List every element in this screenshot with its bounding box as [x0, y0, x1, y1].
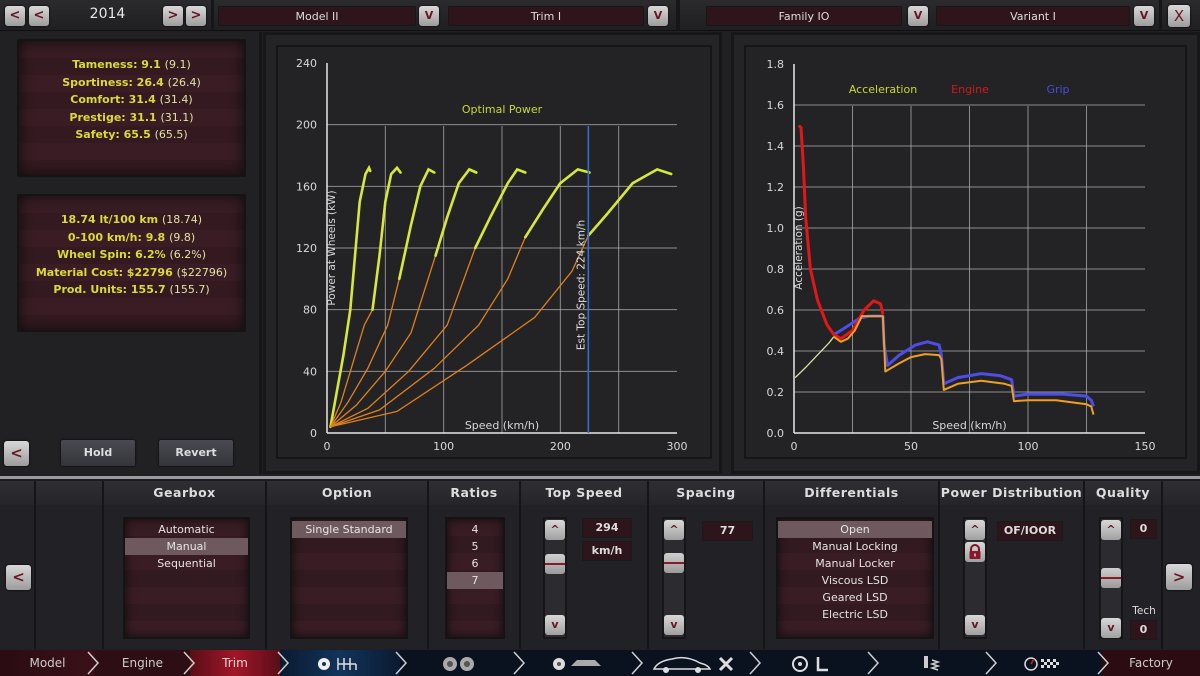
y-tick-label: 1.4 [767, 140, 785, 153]
quality-header: Quality [1085, 481, 1163, 505]
y-tick-label: 1.2 [767, 181, 785, 194]
y-tick-label: 1.0 [767, 222, 785, 235]
spacing-down-button[interactable]: v [664, 615, 684, 635]
power-distribution-down-button[interactable]: v [965, 615, 985, 635]
quality-up-button[interactable]: ^ [1101, 520, 1121, 540]
ratio-count-option[interactable]: 7 [447, 572, 503, 589]
bottom-prev-button[interactable]: < [6, 565, 31, 590]
y-tick-label: 0.8 [767, 263, 785, 276]
x-tick-label: 150 [1135, 440, 1156, 453]
differential-option[interactable]: Geared LSD [778, 589, 932, 606]
option-header: Option [267, 481, 429, 505]
gearbox-variant-option[interactable]: Single Standard [292, 521, 406, 538]
legend-grip: Grip [1046, 83, 1069, 96]
top-speed-unit: km/h [582, 541, 632, 561]
differentials-list: Open Manual Locking Manual Locker Viscous L… [776, 517, 934, 639]
option-list: Single Standard [290, 517, 408, 639]
x-tick-label: 0 [791, 440, 798, 453]
top-speed-down-button[interactable]: v [545, 615, 565, 635]
ratio-count-option[interactable]: 6 [447, 555, 503, 572]
accel-series-engine [797, 124, 885, 341]
gearbox-option[interactable]: Automatic [125, 521, 248, 538]
y-tick-label: 0.6 [767, 304, 785, 317]
top-speed-up-button[interactable]: ^ [545, 520, 565, 540]
gearbox-option[interactable]: Manual [125, 538, 248, 555]
differential-option[interactable]: Manual Locking [778, 538, 932, 555]
ratio-count-option[interactable]: 4 [447, 521, 503, 538]
x-tick-label: 50 [904, 440, 918, 453]
gearbox-list: Automatic Manual Sequential [123, 517, 250, 639]
quality-down-button[interactable]: v [1101, 618, 1121, 638]
differential-option[interactable]: Viscous LSD [778, 572, 932, 589]
power-distribution-header: Power Distribution [940, 481, 1085, 505]
x-tick-label: 100 [1018, 440, 1039, 453]
y-tick-label: 0.0 [767, 427, 785, 440]
tech-value: 0 [1130, 620, 1157, 640]
power-distribution-up-button[interactable]: ^ [965, 520, 985, 540]
spacing-header: Spacing [649, 481, 765, 505]
ratios-list: 4567 [445, 517, 505, 639]
differential-option[interactable]: Electric LSD [778, 606, 932, 623]
y-tick-label: 0.4 [767, 345, 785, 358]
quality-value: 0 [1130, 519, 1157, 539]
y-tick-label: 1.8 [767, 58, 785, 71]
accel-series-acceleration-grip-limited-launch- [794, 336, 835, 379]
design-stage-navbar: Model Engine Trim Factory [0, 650, 1200, 676]
quality-slider-thumb[interactable] [1101, 568, 1121, 588]
top-speed-slider-thumb[interactable] [545, 554, 565, 574]
y-tick-label: 0.2 [767, 386, 785, 399]
differentials-header: Differentials [765, 481, 940, 505]
gearbox-option[interactable]: Sequential [125, 555, 248, 572]
lock-icon[interactable] [965, 542, 985, 562]
ratio-count-option[interactable]: 5 [447, 538, 503, 555]
y-axis-label: Acceleration (g) [793, 206, 805, 289]
spacing-up-button[interactable]: ^ [664, 520, 684, 540]
nav-chevrons [87, 651, 1110, 675]
trim-options-section: < Gearbox Automatic Manual Sequential Opti… [0, 476, 1200, 649]
accel-series-acceleration [833, 315, 1095, 415]
gearbox-header: Gearbox [104, 481, 267, 505]
top-speed-header: Top Speed [521, 481, 649, 505]
differential-option[interactable]: Open [778, 521, 932, 538]
ratios-header: Ratios [429, 481, 521, 505]
accel-series-grip [833, 314, 1095, 407]
x-axis-label: Speed (km/h) [932, 419, 1006, 432]
bottom-next-button[interactable]: > [1166, 564, 1192, 590]
power-distribution-value: OF/IOOR [997, 521, 1063, 541]
y-tick-label: 1.6 [767, 99, 785, 112]
differential-option[interactable]: Manual Locker [778, 555, 932, 572]
tech-label: Tech [1132, 605, 1156, 617]
legend-acceleration: Acceleration [849, 83, 917, 96]
car-designer-trim-screen: < < 2014 > > Model II V Trim I V Family … [0, 0, 1200, 676]
spacing-slider-thumb[interactable] [664, 553, 684, 573]
legend-engine: Engine [951, 83, 989, 96]
top-speed-value: 294 [582, 518, 632, 538]
spacing-value: 77 [702, 521, 753, 541]
